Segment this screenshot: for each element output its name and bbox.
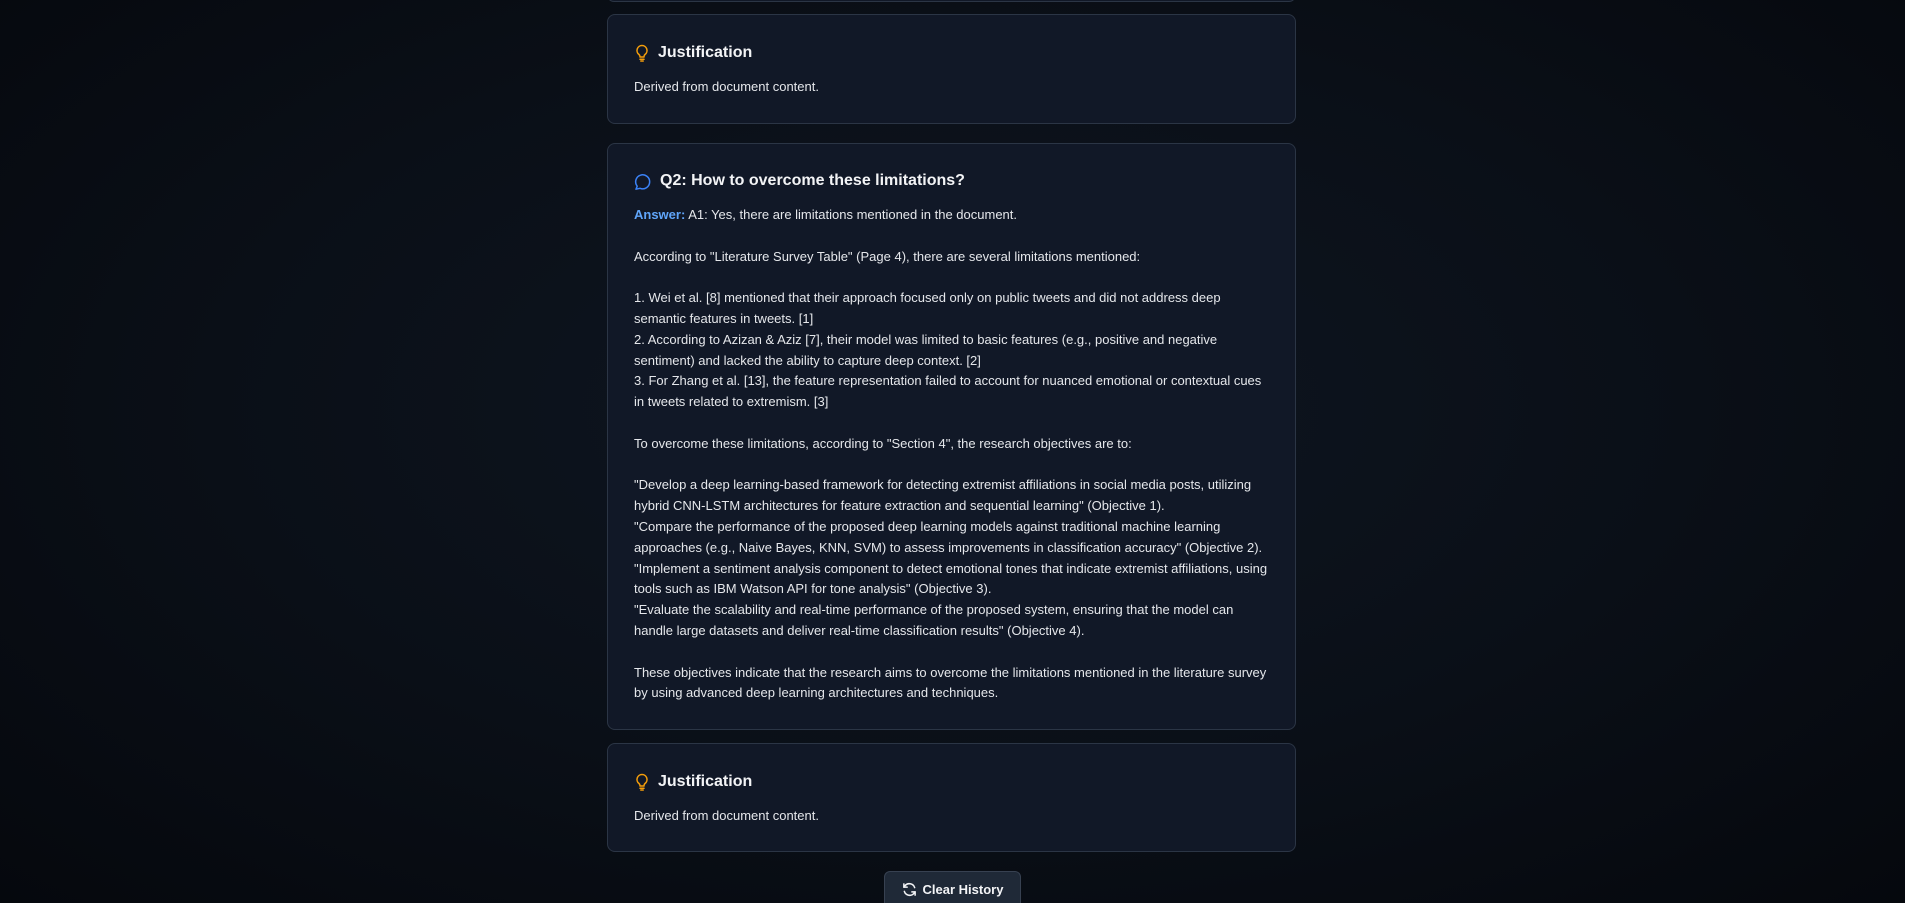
- justification-header: Justification: [634, 772, 752, 792]
- justification-card: Justification Derived from document cont…: [607, 14, 1296, 124]
- answer-line: [634, 226, 1274, 247]
- answer-line: "Implement a sentiment analysis componen…: [634, 560, 1271, 597]
- justification-card: Justification Derived from document cont…: [607, 743, 1296, 852]
- answer-first-line: Answer: A1: Yes, there are limitations m…: [634, 205, 1274, 226]
- answer-line: 1. Wei et al. [8] mentioned that their a…: [634, 290, 1225, 326]
- justification-text: Derived from document content.: [634, 79, 819, 94]
- answer-line: To overcome these limitations, according…: [634, 435, 1132, 451]
- answer-line: These objectives indicate that the resea…: [634, 664, 1270, 701]
- message-bubble-icon: [634, 172, 652, 190]
- answer-line: 2. According to Azizan & Aziz [7], their…: [634, 331, 1221, 368]
- question-header: Q2: How to overcome these limitations?: [634, 171, 965, 191]
- lightbulb-icon: [634, 773, 650, 791]
- justification-title: Justification: [658, 44, 753, 61]
- answer-line: [634, 413, 1274, 434]
- clear-history-button[interactable]: Clear History: [884, 871, 1021, 903]
- previous-card-edge: [607, 0, 1296, 2]
- justification-header: Justification: [634, 43, 752, 63]
- answer-label: Answer:: [634, 207, 686, 222]
- answer-line: According to "Literature Survey Table" (…: [634, 248, 1141, 264]
- answer-first-line-text: A1: Yes, there are limitations mentioned…: [685, 207, 1017, 222]
- answer-body: Answer: A1: Yes, there are limitations m…: [634, 205, 1274, 704]
- chat-history-page: Justification Derived from document cont…: [0, 0, 1905, 903]
- answer-line: "Evaluate the scalability and real-time …: [634, 602, 1237, 638]
- justification-text: Derived from document content.: [634, 808, 819, 823]
- refresh-icon: [902, 882, 917, 897]
- answer-line: [634, 642, 1274, 663]
- lightbulb-icon: [634, 44, 650, 62]
- answer-line: [634, 455, 1274, 476]
- question-title: Q2: How to overcome these limitations?: [660, 172, 965, 189]
- answer-line: "Compare the performance of the proposed…: [634, 518, 1263, 555]
- clear-history-label: Clear History: [922, 882, 1004, 897]
- answer-line: "Develop a deep learning-based framework…: [634, 477, 1255, 514]
- justification-title: Justification: [658, 773, 753, 790]
- answer-line: [634, 267, 1274, 288]
- answer-line: 3. For Zhang et al. [13], the feature re…: [634, 373, 1265, 410]
- question-card: Q2: How to overcome these limitations? A…: [607, 143, 1296, 730]
